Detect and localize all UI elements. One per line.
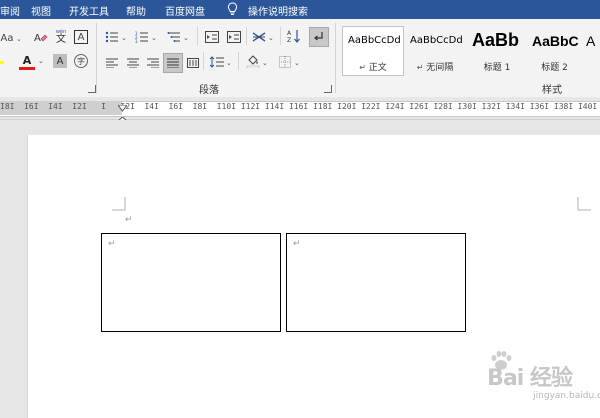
increase-indent-icon[interactable] (227, 30, 241, 44)
lightbulb-icon[interactable] (227, 2, 238, 19)
separator (238, 52, 239, 70)
chevron-down-icon[interactable]: ⌄ (151, 34, 157, 42)
horizontal-ruler[interactable]: I8I I6I I4I I2I I I2I I4I I6I I8I I10I I… (0, 97, 600, 126)
chevron-down-icon[interactable]: ⌄ (38, 57, 44, 65)
font-color-swatch (19, 67, 35, 70)
separator (280, 27, 281, 45)
menu-baidu-netdisk[interactable]: 百度网盘 (165, 3, 205, 18)
paragraph-mark: ↵ (359, 63, 366, 72)
align-center-icon[interactable] (126, 56, 140, 70)
paragraph-mark: ↵ (416, 63, 424, 72)
font-color-button[interactable]: A (20, 53, 34, 67)
style-name-text: 无间隔 (426, 63, 454, 73)
chevron-down-icon[interactable]: ⌄ (262, 59, 268, 67)
style-heading-2[interactable]: AaBbC 标题 2 (526, 26, 583, 76)
align-right-icon[interactable] (146, 56, 160, 70)
svg-text:3: 3 (135, 39, 138, 43)
chinese-layout-icon[interactable] (252, 30, 266, 44)
paragraph-mark: ↵ (108, 239, 116, 249)
svg-text:A: A (287, 30, 292, 37)
font-dialog-launcher-icon[interactable] (88, 85, 96, 93)
highlight-color-swatch[interactable] (0, 61, 4, 64)
chevron-down-icon[interactable]: ⌄ (16, 35, 22, 43)
style-sample: AaBbC (532, 33, 579, 49)
justify-icon[interactable] (163, 53, 183, 73)
show-formatting-marks-icon[interactable] (309, 27, 329, 47)
multilevel-list-icon[interactable] (167, 30, 181, 44)
paragraph-mark: ↵ (293, 239, 301, 249)
menu-bar: 审阅 视图 开发工具 帮助 百度网盘 操作说明搜索 (0, 0, 600, 19)
svg-text:A: A (34, 33, 41, 44)
align-left-icon[interactable] (105, 56, 119, 70)
style-name: ↵ 正文 (343, 60, 403, 73)
baidu-jingyan-watermark: Bai 经验 jingyan.baidu.com (487, 351, 600, 401)
chevron-down-icon[interactable]: ⌄ (183, 34, 189, 42)
sort-icon[interactable]: AZ (287, 29, 301, 43)
menu-help[interactable]: 帮助 (126, 3, 146, 18)
separator (203, 52, 204, 70)
style-name-text: 标题 1 (483, 63, 511, 73)
paragraph-dialog-launcher-icon[interactable] (324, 85, 332, 93)
borders-icon[interactable] (278, 55, 292, 69)
styles-group-label: 样式 (542, 85, 562, 96)
style-name-text: 正文 (368, 63, 387, 73)
style-sample: AaBbCcDd (410, 35, 463, 46)
chevron-down-icon[interactable]: ⌄ (121, 34, 127, 42)
decrease-indent-icon[interactable] (205, 30, 219, 44)
paragraph-mark: ↵ (125, 215, 133, 225)
separator (197, 27, 198, 45)
style-sample: A (586, 33, 596, 49)
enclose-characters-button[interactable]: 字 (74, 54, 88, 68)
style-normal[interactable]: AaBbCcDd ↵ 正文 (342, 26, 404, 76)
menu-developer[interactable]: 开发工具 (69, 3, 109, 18)
style-no-spacing[interactable]: AaBbCcDd ↵ 无间隔 (404, 26, 466, 76)
text-box-left[interactable]: ↵ (101, 233, 281, 332)
paragraph-group-label: 段落 (199, 85, 219, 96)
style-sample: AaBbCcDd (348, 35, 401, 46)
ruler-scale: I8I I6I I4I I2I I I2I I4I I6I I8I I10I I… (0, 102, 600, 111)
shading-icon[interactable] (246, 54, 260, 68)
bullets-icon[interactable] (105, 30, 119, 44)
margin-corner-mark-top-right (577, 197, 591, 211)
chevron-down-icon[interactable]: ⌄ (294, 59, 300, 67)
distributed-align-icon[interactable] (186, 56, 200, 70)
style-title[interactable]: A (583, 26, 600, 76)
watermark-url: jingyan.baidu.com (533, 391, 600, 401)
menu-review[interactable]: 审阅 (0, 3, 20, 18)
menu-view[interactable]: 视图 (31, 3, 51, 18)
group-separator (335, 23, 336, 93)
style-name-text: 标题 2 (541, 63, 568, 73)
change-case-button[interactable]: Aa (0, 31, 14, 45)
clear-format-icon[interactable]: A (34, 30, 48, 44)
character-shading-button[interactable]: A (53, 54, 67, 68)
margin-corner-mark-top-left (112, 197, 126, 211)
line-spacing-icon[interactable] (210, 55, 224, 69)
numbering-icon[interactable]: 123 (135, 30, 149, 44)
group-separator (96, 23, 97, 93)
tell-me-search[interactable]: 操作说明搜索 (248, 3, 308, 18)
style-name: ↵ 无间隔 (405, 60, 465, 73)
ribbon: Aa ⌄ A wén 文 A A ⌄ A 字 ⌄ 123 ⌄ ⌄ ⌄ AZ ⌄ … (0, 19, 600, 98)
phonetic-guide-char: 文 (56, 33, 66, 45)
style-sample: AaBb (472, 30, 520, 50)
svg-text:Z: Z (287, 37, 291, 43)
text-box-right[interactable]: ↵ (286, 233, 466, 332)
paw-logo-icon (488, 350, 514, 376)
separator (246, 27, 247, 45)
phonetic-guide-button[interactable]: wén 文 (53, 29, 69, 45)
chevron-down-icon[interactable]: ⌄ (226, 59, 232, 67)
style-heading-1[interactable]: AaBb 标题 1 (466, 26, 528, 76)
chevron-down-icon[interactable]: ⌄ (268, 34, 274, 42)
character-border-button[interactable]: A (74, 30, 88, 44)
